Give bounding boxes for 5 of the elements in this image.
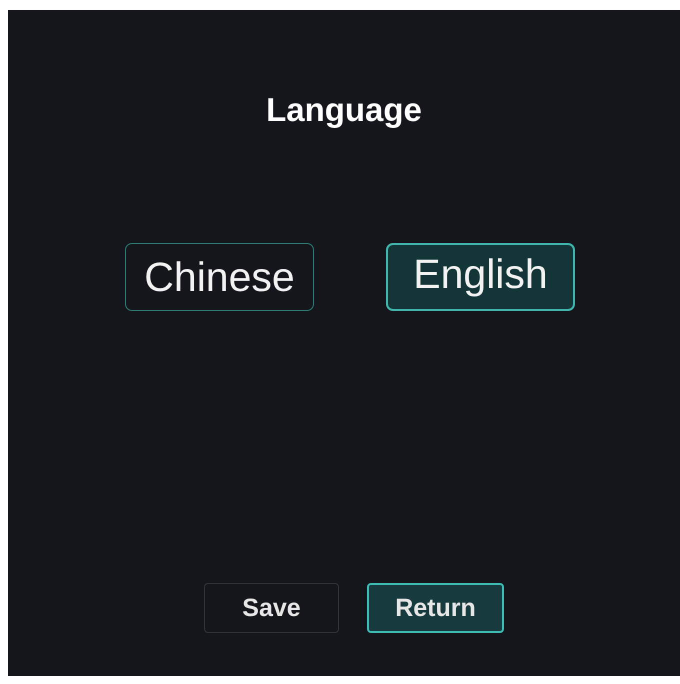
language-option[interactable]: Chinese [125,243,314,311]
save-button[interactable]: Save [204,583,339,633]
dialog-title: Language [266,90,422,130]
language-option[interactable]: English [386,243,575,311]
return-button[interactable]: Return [367,583,504,633]
